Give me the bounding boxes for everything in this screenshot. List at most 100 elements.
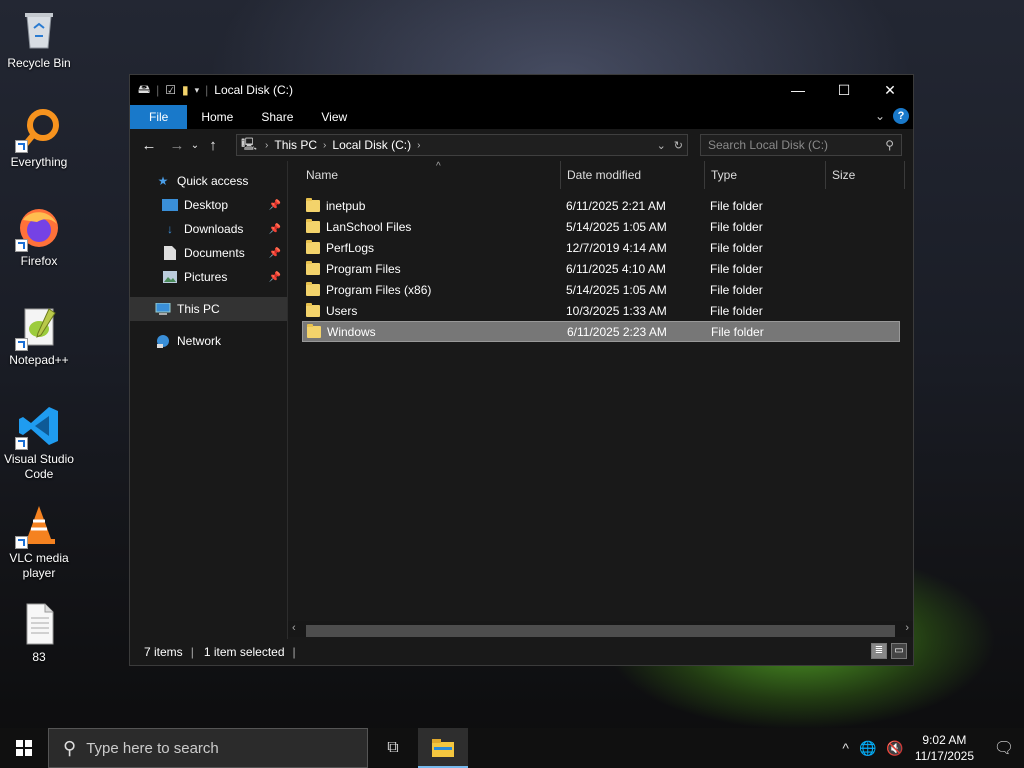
expand-ribbon-icon[interactable]: ⌄ <box>875 109 885 123</box>
windows-logo-icon <box>16 740 32 756</box>
scrollbar-thumb[interactable] <box>306 625 895 637</box>
search-input[interactable] <box>701 137 880 153</box>
large-icons-view-button[interactable]: ▭ <box>891 643 907 659</box>
folder-icon <box>306 302 320 317</box>
sidebar-item-label: Network <box>177 334 222 348</box>
desktop-icon-label: Recycle Bin <box>7 56 71 70</box>
sidebar-item-quick-access[interactable]: ★ Quick access <box>130 169 287 193</box>
notification-center-icon[interactable]: 🗨 <box>984 738 1024 758</box>
desktop-icon-notepadpp[interactable]: Notepad++ <box>2 305 76 368</box>
desktop-icon-firefox[interactable]: Firefox <box>2 206 76 269</box>
file-row[interactable]: Windows 6/11/2025 2:23 AM File folder <box>302 321 900 342</box>
breadcrumb-local-disk[interactable]: Local Disk (C:) <box>332 138 411 152</box>
file-date: 6/11/2025 4:10 AM <box>566 261 666 276</box>
item-count: 7 items <box>144 645 183 659</box>
desktop-folder-icon <box>162 198 178 212</box>
desktop-icon-vscode[interactable]: Visual Studio Code <box>2 404 76 482</box>
file-row[interactable]: PerfLogs 12/7/2019 4:14 AM File folder <box>302 237 900 258</box>
vscode-icon <box>15 404 61 450</box>
navigation-pane: ★ Quick access Desktop 📌 ↓ Downloads 📌 D… <box>130 161 288 639</box>
recent-locations-button[interactable]: ⌄ <box>188 140 202 151</box>
forward-button[interactable]: → <box>166 137 188 154</box>
up-button[interactable]: ↑ <box>202 137 224 154</box>
tab-share[interactable]: Share <box>247 105 307 129</box>
taskbar-search-box[interactable]: ⚲ Type here to search <box>48 728 368 768</box>
drive-icon: 🖴 <box>138 81 151 96</box>
file-row[interactable]: Program Files 6/11/2025 4:10 AM File folde… <box>302 258 900 279</box>
file-name: PerfLogs <box>306 239 374 255</box>
column-header-date[interactable]: Date modified <box>561 161 705 189</box>
breadcrumb-separator-icon[interactable]: › <box>323 140 326 151</box>
maximize-button[interactable]: ☐ <box>821 75 867 105</box>
file-name: Program Files <box>306 260 401 276</box>
sidebar-item-label: This PC <box>177 302 220 316</box>
column-header-name[interactable]: Name ^ <box>300 161 561 189</box>
desktop-icon-vlc[interactable]: VLC media player <box>2 503 76 581</box>
file-date: 6/11/2025 2:23 AM <box>567 324 667 339</box>
file-row[interactable]: Program Files (x86) 5/14/2025 1:05 AM File… <box>302 279 900 300</box>
file-row[interactable]: Users 10/3/2025 1:33 AM File folder <box>302 300 900 321</box>
volume-muted-icon[interactable]: 🔇 <box>886 740 903 757</box>
desktop-icon-label: Notepad++ <box>9 353 69 367</box>
taskbar-file-explorer-button[interactable] <box>418 728 468 768</box>
task-view-button[interactable]: ⧉ <box>368 728 418 768</box>
scroll-left-icon[interactable]: ‹ <box>292 622 296 634</box>
breadcrumb-separator-icon[interactable]: › <box>265 140 268 151</box>
tab-file[interactable]: File <box>130 105 188 129</box>
breadcrumb-this-pc[interactable]: This PC <box>274 138 317 152</box>
sidebar-item-this-pc[interactable]: This PC <box>130 297 287 321</box>
sidebar-item-downloads[interactable]: ↓ Downloads 📌 <box>130 217 287 241</box>
folder-icon <box>306 281 320 296</box>
sidebar-item-pictures[interactable]: Pictures 📌 <box>130 265 287 289</box>
file-name: Users <box>306 302 357 318</box>
refresh-icon[interactable]: ↻ <box>674 139 683 152</box>
sidebar-item-documents[interactable]: Documents 📌 <box>130 241 287 265</box>
minimize-button[interactable]: — <box>775 75 821 105</box>
sidebar-item-label: Quick access <box>177 174 249 188</box>
file-date: 5/14/2025 1:05 AM <box>566 219 667 234</box>
tab-home[interactable]: Home <box>187 105 247 129</box>
sidebar-item-desktop[interactable]: Desktop 📌 <box>130 193 287 217</box>
show-hidden-icons-icon[interactable]: ^ <box>842 740 849 756</box>
sidebar-item-network[interactable]: Network <box>130 329 287 353</box>
network-globe-icon[interactable]: 🌐 <box>859 740 876 757</box>
pin-icon[interactable]: 📌 <box>269 248 281 259</box>
back-button[interactable]: ← <box>138 137 160 154</box>
desktop-icon-recycle-bin[interactable]: Recycle Bin <box>2 8 76 71</box>
address-bar[interactable]: 🖳 › This PC › Local Disk (C:) › ⌄ ↻ <box>236 134 688 156</box>
separator: | <box>292 645 296 659</box>
desktop-icon-label: VLC media player <box>9 551 69 580</box>
breadcrumb-separator-icon[interactable]: › <box>417 140 420 151</box>
clock[interactable]: 9:02 AM 11/17/2025 <box>915 732 974 764</box>
start-button[interactable] <box>0 728 48 768</box>
file-row[interactable]: LanSchool Files 5/14/2025 1:05 AM File fol… <box>302 216 900 237</box>
pin-icon[interactable]: 📌 <box>269 224 281 235</box>
folder-icon <box>306 197 320 212</box>
horizontal-scrollbar[interactable]: ‹ › <box>288 621 913 637</box>
properties-icon[interactable]: ☑ <box>165 83 176 97</box>
close-button[interactable]: ✕ <box>867 75 913 105</box>
file-date: 10/3/2025 1:33 AM <box>566 303 667 318</box>
search-icon: ⚲ <box>885 138 894 152</box>
everything-icon <box>15 107 61 153</box>
pin-icon[interactable]: 📌 <box>269 200 281 211</box>
address-dropdown-icon[interactable]: ⌄ <box>657 139 666 152</box>
navigation-bar: ← → ⌄ ↑ 🖳 › This PC › Local Disk (C:) › … <box>130 129 913 161</box>
file-type: File folder <box>710 261 763 276</box>
scroll-right-icon[interactable]: › <box>905 622 909 634</box>
new-folder-icon[interactable]: ▮ <box>182 83 189 97</box>
file-name: Program Files (x86) <box>306 281 431 297</box>
details-view-button[interactable]: ≣ <box>871 643 887 659</box>
pin-icon[interactable]: 📌 <box>269 272 281 283</box>
file-name: inetpub <box>306 197 365 213</box>
search-box[interactable]: ⚲ <box>700 134 902 156</box>
file-row[interactable]: inetpub 6/11/2025 2:21 AM File folder <box>302 195 900 216</box>
customize-qat-icon[interactable]: ▾ <box>195 85 200 96</box>
tab-view[interactable]: View <box>307 105 361 129</box>
desktop-icon-everything[interactable]: Everything <box>2 107 76 170</box>
column-header-size[interactable]: Size <box>826 161 905 189</box>
desktop-icon-file-83[interactable]: 83 <box>2 602 76 665</box>
clock-date: 11/17/2025 <box>914 749 974 763</box>
help-icon[interactable]: ? <box>893 108 909 124</box>
column-header-type[interactable]: Type <box>705 161 826 189</box>
